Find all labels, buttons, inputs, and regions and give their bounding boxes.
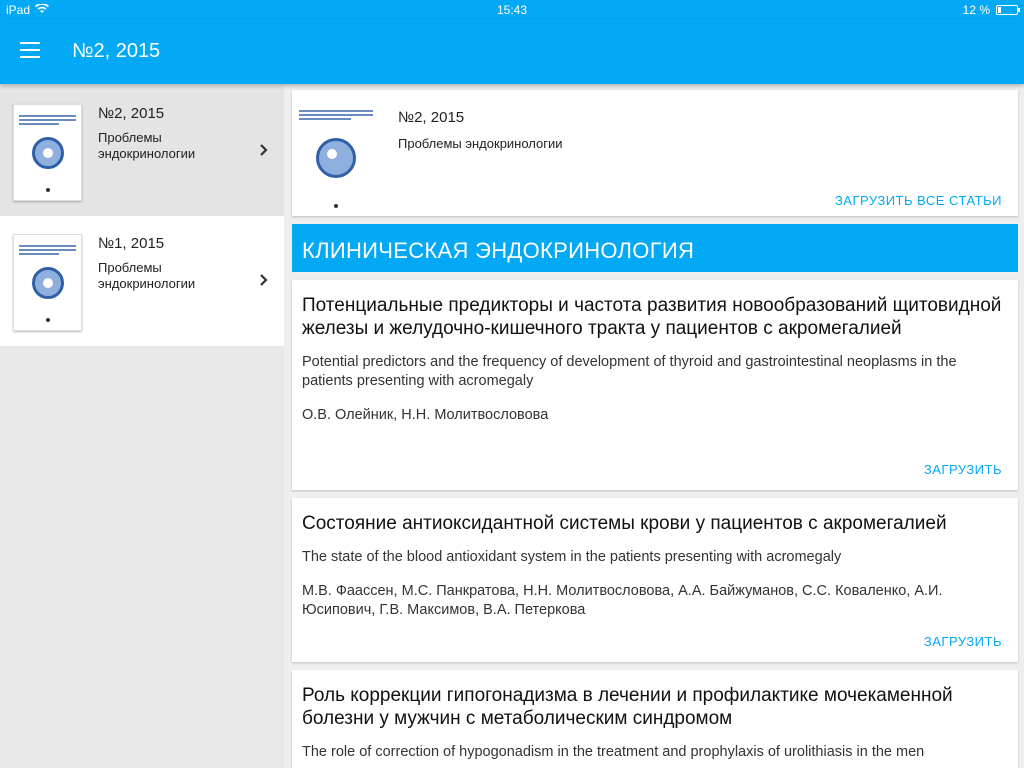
article-title-en: The state of the blood antioxidant syste… bbox=[302, 549, 842, 565]
page-title: №2, 2015 bbox=[72, 40, 161, 62]
issue-detail: №2, 2015 Проблемы эндокринологии ЗАГРУЗИ… bbox=[284, 84, 1024, 768]
download-all-button[interactable]: ЗАГРУЗИТЬ ВСЕ СТАТЬИ bbox=[835, 193, 1002, 208]
app-bar: №2, 2015 bbox=[0, 20, 1024, 84]
issue-header-card: №2, 2015 Проблемы эндокринологии ЗАГРУЗИ… bbox=[292, 90, 1018, 216]
article-title-en: The role of correction of hypogonadism i… bbox=[302, 744, 925, 760]
status-time: 15:43 bbox=[496, 3, 528, 17]
chevron-right-icon bbox=[260, 274, 268, 286]
article-authors: О.В. Олейник, Н.Н. Молитвословова bbox=[302, 407, 549, 423]
issue-journal: Проблемы эндокринологии bbox=[98, 130, 196, 161]
issue-journal: Проблемы эндокринологии bbox=[98, 260, 196, 291]
battery-icon bbox=[996, 5, 1020, 15]
current-issue-journal: Проблемы эндокринологии bbox=[398, 136, 563, 151]
article-card[interactable]: Потенциальные предикторы и частота разви… bbox=[292, 280, 1018, 490]
current-issue-number: №2, 2015 bbox=[398, 109, 465, 126]
issue-cover-image bbox=[13, 104, 82, 201]
issue-number: №2, 2015 bbox=[98, 105, 165, 122]
article-title: Состояние антиоксидантной системы крови … bbox=[302, 513, 947, 534]
download-button[interactable]: ЗАГРУЗИТЬ bbox=[924, 634, 1002, 649]
chevron-right-icon bbox=[260, 144, 268, 156]
status-bar: iPad 15:43 12 % bbox=[0, 0, 1024, 20]
battery-percent: 12 % bbox=[962, 3, 990, 17]
article-authors: М.В. Фаассен, М.С. Панкратова, Н.Н. Моли… bbox=[302, 583, 943, 618]
article-card[interactable]: Роль коррекции гипогонадизма в лечении и… bbox=[292, 670, 1018, 768]
issue-item-selected[interactable]: №2, 2015 Проблемы эндокринологии bbox=[0, 86, 284, 216]
issues-sidebar: №2, 2015 Проблемы эндокринологии №1, 201… bbox=[0, 84, 284, 768]
download-button[interactable]: ЗАГРУЗИТЬ bbox=[924, 462, 1002, 477]
issue-number: №1, 2015 bbox=[98, 235, 165, 252]
issue-item[interactable]: №1, 2015 Проблемы эндокринологии bbox=[0, 216, 284, 346]
article-card[interactable]: Состояние антиоксидантной системы крови … bbox=[292, 498, 1018, 662]
issue-cover-image bbox=[292, 98, 380, 218]
article-title: Потенциальные предикторы и частота разви… bbox=[302, 295, 1002, 339]
menu-icon[interactable] bbox=[20, 42, 44, 62]
section-header: КЛИНИЧЕСКАЯ ЭНДОКРИНОЛОГИЯ bbox=[292, 224, 1018, 272]
article-title: Роль коррекции гипогонадизма в лечении и… bbox=[302, 685, 953, 729]
issue-cover-image bbox=[13, 234, 82, 331]
article-title-en: Potential predictors and the frequency o… bbox=[302, 354, 957, 389]
